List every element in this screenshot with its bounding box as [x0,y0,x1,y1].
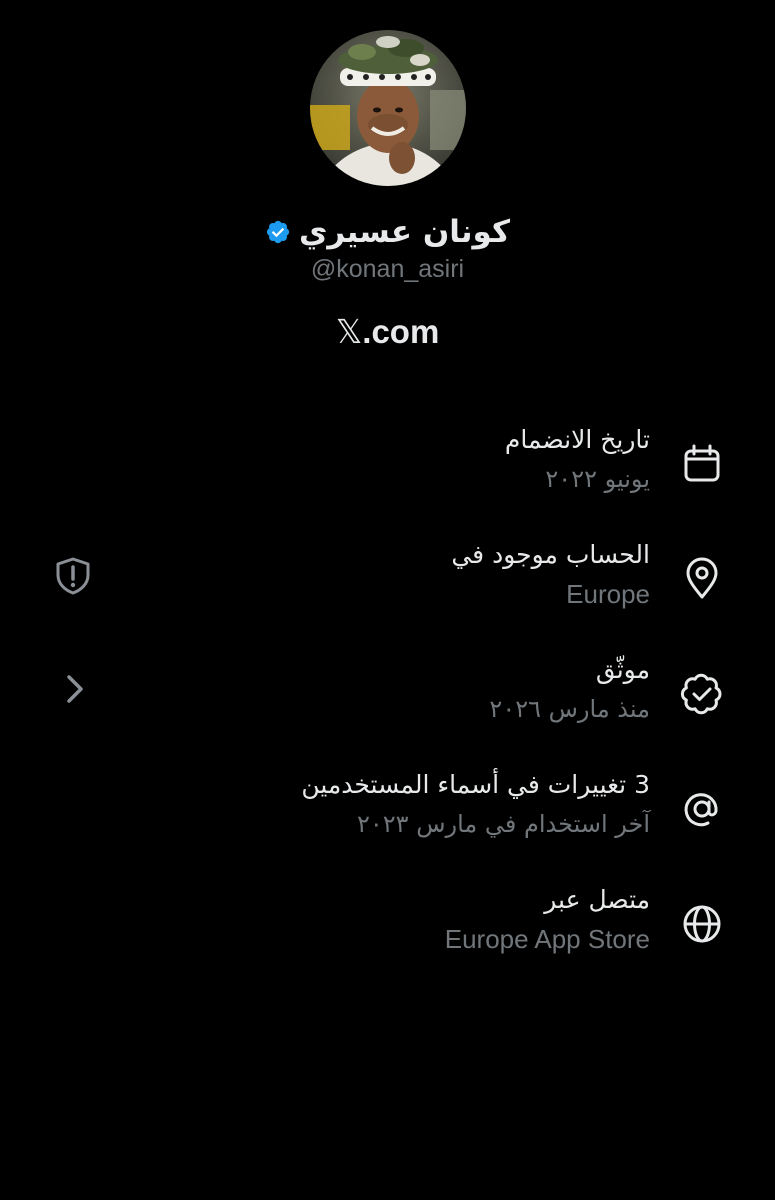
row-title: متصل عبر [544,885,650,914]
row-title: تاريخ الانضمام [504,425,650,454]
x-logo-icon: 𝕏 [335,312,363,351]
globe-icon [683,905,721,943]
calendar-icon [684,444,720,482]
profile-photo [310,30,466,186]
info-row-username-changes: 3 تغييرات في أسماء المستخدمين آخر استخدا… [0,765,775,855]
row-title: الحساب موجود في [451,540,650,569]
avatar[interactable] [310,30,466,186]
x-com-label: 𝕏.com [0,312,775,351]
row-subtitle: Europe [566,579,650,609]
row-subtitle: Europe App Store [444,924,650,954]
at-sign-icon [684,793,718,827]
shield-alert-icon[interactable] [54,556,92,596]
row-title: 3 تغييرات في أسماء المستخدمين [301,770,650,799]
location-pin-icon [686,557,718,599]
info-row-verified[interactable]: موثّق منذ مارس ٢٠٢٦ [0,650,775,740]
verified-badge-outline-icon [680,673,722,715]
row-subtitle: يونيو ٢٠٢٢ [545,465,650,493]
chevron-right-icon[interactable] [62,672,88,706]
row-title: موثّق [595,655,650,684]
display-name: كونان عسيري [298,214,511,250]
profile-name-row: كونان عسيري [0,208,775,256]
info-row-connected-via: متصل عبر Europe App Store [0,880,775,970]
info-row-account-location: الحساب موجود في Europe [0,535,775,625]
row-subtitle: آخر استخدام في مارس ٢٠٢٣ [357,810,650,838]
verified-badge-icon[interactable] [265,219,291,245]
x-com-suffix: .com [362,313,440,350]
username-handle: @konan_asiri [310,255,465,283]
row-subtitle: منذ مارس ٢٠٢٦ [489,695,650,723]
info-row-join-date: تاريخ الانضمام يونيو ٢٠٢٢ [0,420,775,510]
